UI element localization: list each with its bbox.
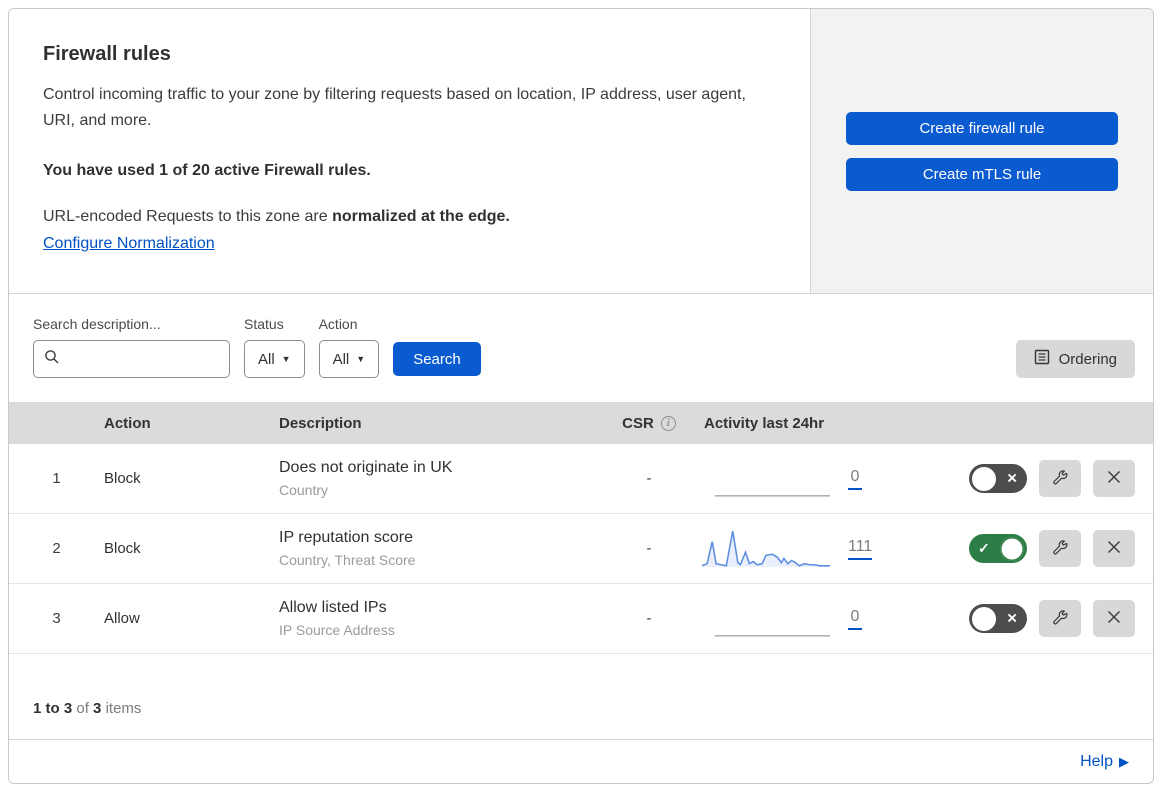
column-header-description: Description: [279, 414, 362, 432]
wrench-icon: [1051, 538, 1069, 559]
activity-sparkline: [702, 528, 830, 570]
rule-action: Allow: [104, 610, 140, 627]
page-description: Control incoming traffic to your zone by…: [43, 86, 746, 129]
delete-rule-button[interactable]: [1093, 530, 1135, 567]
help-link[interactable]: Help ▶: [1080, 753, 1129, 771]
rule-enabled-toggle[interactable]: ✓: [969, 534, 1027, 563]
rule-description: Allow listed IPs IP Source Address: [279, 599, 395, 638]
close-icon: [1106, 609, 1122, 628]
toggle-x-icon: ×: [1007, 468, 1017, 488]
rule-number: 3: [52, 610, 61, 627]
wrench-icon: [1051, 608, 1069, 629]
header-section: Firewall rules Control incoming traffic …: [9, 9, 1153, 294]
edit-rule-button[interactable]: [1039, 530, 1081, 567]
rule-csr: -: [646, 540, 652, 557]
toggle-x-icon: ×: [1007, 608, 1017, 628]
configure-normalization-link[interactable]: Configure Normalization: [43, 235, 215, 253]
create-mtls-rule-button[interactable]: Create mTLS rule: [846, 157, 1118, 191]
toggle-knob: [972, 606, 996, 631]
chevron-down-icon: ▼: [356, 354, 366, 364]
rule-number: 2: [52, 540, 61, 557]
delete-rule-button[interactable]: [1093, 600, 1135, 637]
rule-enabled-toggle[interactable]: ×: [969, 604, 1027, 633]
search-input[interactable]: [66, 350, 219, 368]
activity-count-link[interactable]: 0: [848, 468, 862, 490]
arrow-right-icon: ▶: [1119, 753, 1129, 769]
normalization-note: URL-encoded Requests to this zone are no…: [43, 208, 510, 225]
table-row: 1 Block Does not originate in UK Country…: [9, 444, 1153, 514]
ordering-button[interactable]: Ordering: [1015, 340, 1135, 378]
status-dropdown-value: All: [258, 350, 275, 368]
rule-controls: ✓: [929, 530, 1153, 567]
column-header-csr: CSR i: [604, 415, 694, 432]
search-label: Search description...: [33, 316, 161, 332]
rule-description: Does not originate in UK Country: [279, 459, 453, 498]
activity-sparkline: [702, 598, 830, 640]
rule-number: 1: [52, 470, 61, 487]
rule-csr: -: [646, 470, 652, 487]
status-label: Status: [244, 316, 284, 332]
activity-count-link[interactable]: 0: [848, 608, 862, 630]
toggle-knob: [972, 466, 996, 491]
delete-rule-button[interactable]: [1093, 460, 1135, 497]
toggle-knob: [1000, 536, 1024, 561]
action-dropdown-value: All: [332, 350, 350, 368]
rule-activity: 111: [694, 528, 929, 570]
rule-action: Block: [104, 470, 141, 487]
rule-activity: 0: [694, 458, 929, 500]
action-dropdown[interactable]: All ▼: [318, 340, 380, 378]
chevron-down-icon: ▼: [281, 354, 291, 364]
search-input-container[interactable]: [33, 340, 230, 378]
filter-bar: Search description... Status All ▼ Actio…: [9, 294, 1153, 402]
ordering-button-label: Ordering: [1058, 350, 1117, 368]
rule-controls: ×: [929, 460, 1153, 497]
page-title: Firewall rules: [43, 43, 171, 65]
status-dropdown[interactable]: All ▼: [244, 340, 305, 378]
action-label: Action: [318, 316, 358, 332]
toggle-check-icon: ✓: [978, 539, 990, 556]
info-icon[interactable]: i: [660, 415, 676, 431]
usage-summary: You have used 1 of 20 active Firewall ru…: [43, 162, 371, 179]
pagination-summary: 1 to 3 of 3 items: [9, 654, 1153, 740]
close-icon: [1106, 539, 1122, 558]
header-text-panel: Firewall rules Control incoming traffic …: [9, 9, 811, 293]
wrench-icon: [1051, 468, 1069, 489]
activity-count-link[interactable]: 111: [848, 538, 873, 560]
firewall-rules-card: Firewall rules Control incoming traffic …: [8, 8, 1154, 784]
table-row: 2 Block IP reputation score Country, Thr…: [9, 514, 1153, 584]
help-bar: Help ▶: [9, 740, 1153, 783]
search-group: Search description...: [33, 316, 230, 378]
rule-action: Block: [104, 540, 141, 557]
action-panel: Create firewall rule Create mTLS rule: [811, 9, 1153, 293]
edit-rule-button[interactable]: [1039, 600, 1081, 637]
create-firewall-rule-button[interactable]: Create firewall rule: [846, 111, 1118, 145]
close-icon: [1106, 469, 1122, 488]
list-icon: [1034, 349, 1050, 369]
search-button[interactable]: Search: [393, 342, 481, 376]
table-row: 3 Allow Allow listed IPs IP Source Addre…: [9, 584, 1153, 654]
rule-enabled-toggle[interactable]: ×: [969, 464, 1027, 493]
activity-sparkline: [702, 458, 830, 500]
edit-rule-button[interactable]: [1039, 460, 1081, 497]
status-group: Status All ▼: [244, 316, 305, 378]
column-header-activity: Activity last 24hr: [704, 414, 825, 432]
rule-description: IP reputation score Country, Threat Scor…: [279, 529, 416, 568]
rule-csr: -: [646, 610, 652, 627]
column-header-action: Action: [104, 414, 151, 432]
search-icon: [44, 349, 60, 370]
rule-controls: ×: [929, 600, 1153, 637]
table-header: Action Description CSR i Activity last 2…: [9, 402, 1153, 444]
action-group: Action All ▼: [318, 316, 380, 378]
rule-activity: 0: [694, 598, 929, 640]
